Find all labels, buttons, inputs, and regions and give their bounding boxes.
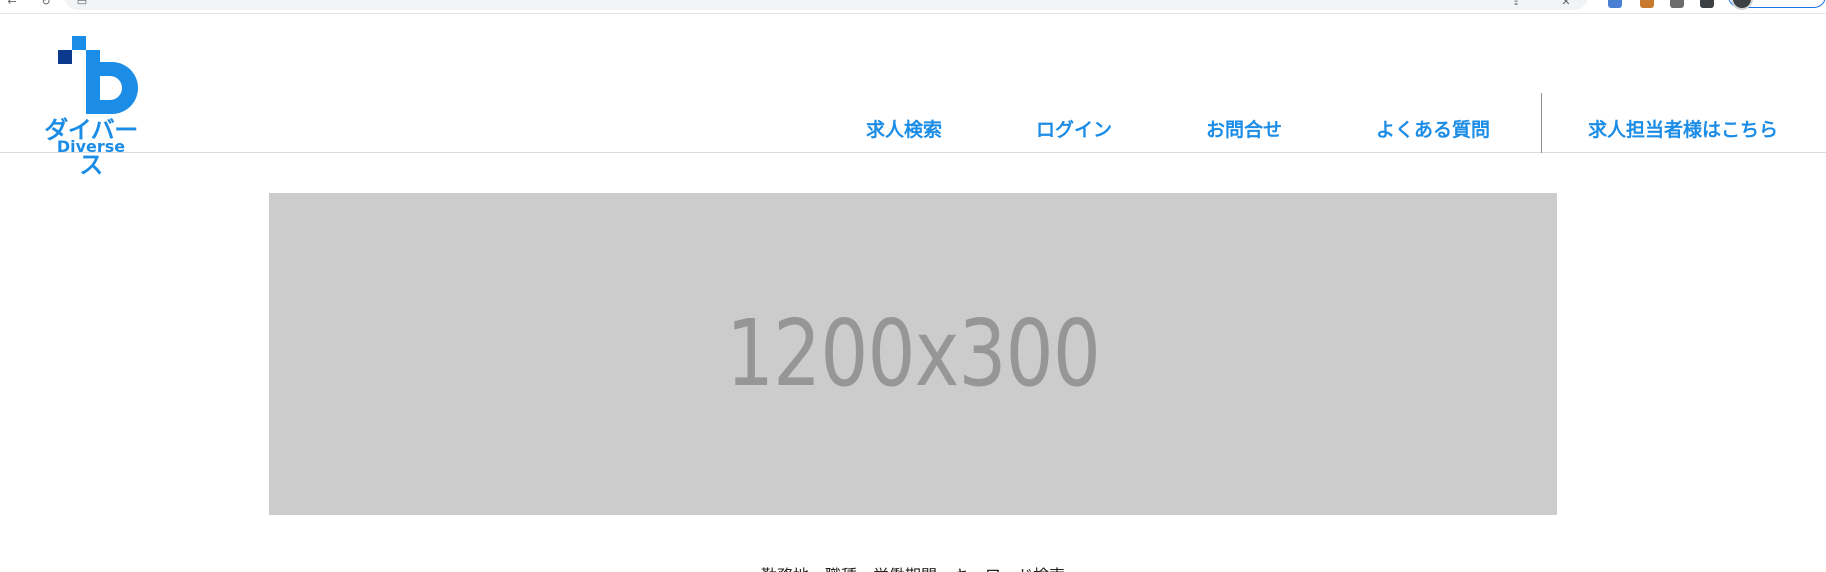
extension-icon[interactable] — [1670, 0, 1684, 8]
extension-icon[interactable] — [1608, 0, 1622, 8]
diverse-logo-icon — [58, 36, 138, 114]
extension-icon[interactable] — [1640, 0, 1654, 8]
hero-banner-image: 1200x300 — [269, 193, 1557, 515]
address-bar[interactable]: ▭ ⇪ ✕ — [64, 0, 1588, 10]
extension-icon[interactable] — [1700, 0, 1714, 8]
browser-toolbar: ← ↻ ▭ ⇪ ✕ — [0, 0, 1826, 14]
nav-faq[interactable]: よくある質問 — [1376, 110, 1490, 150]
nav-job-search[interactable]: 求人検索 — [866, 110, 942, 150]
profile-avatar-icon[interactable] — [1731, 0, 1753, 10]
site-info-icon[interactable]: ▭ — [76, 0, 88, 8]
reload-icon[interactable]: ↻ — [40, 0, 52, 8]
main-nav: 求人検索 ログイン お問合せ よくある質問 求人担当者様はこちら — [0, 110, 1826, 150]
nav-divider — [1541, 93, 1542, 153]
bookmark-star-icon[interactable]: ✕ — [1560, 0, 1572, 8]
back-icon[interactable]: ← — [6, 0, 18, 8]
nav-contact[interactable]: お問合せ — [1206, 110, 1282, 150]
search-criteria-label: 勤務地 職種 労働期間 キーワード検索 — [0, 562, 1826, 572]
nav-employer[interactable]: 求人担当者様はこちら — [1588, 110, 1778, 150]
banner-placeholder-text: 1200x300 — [725, 300, 1101, 407]
nav-login[interactable]: ログイン — [1036, 110, 1112, 150]
share-icon[interactable]: ⇪ — [1510, 0, 1522, 8]
site-header: ダイバース Diverse 求人検索 ログイン お問合せ よくある質問 求人担当… — [0, 14, 1826, 179]
